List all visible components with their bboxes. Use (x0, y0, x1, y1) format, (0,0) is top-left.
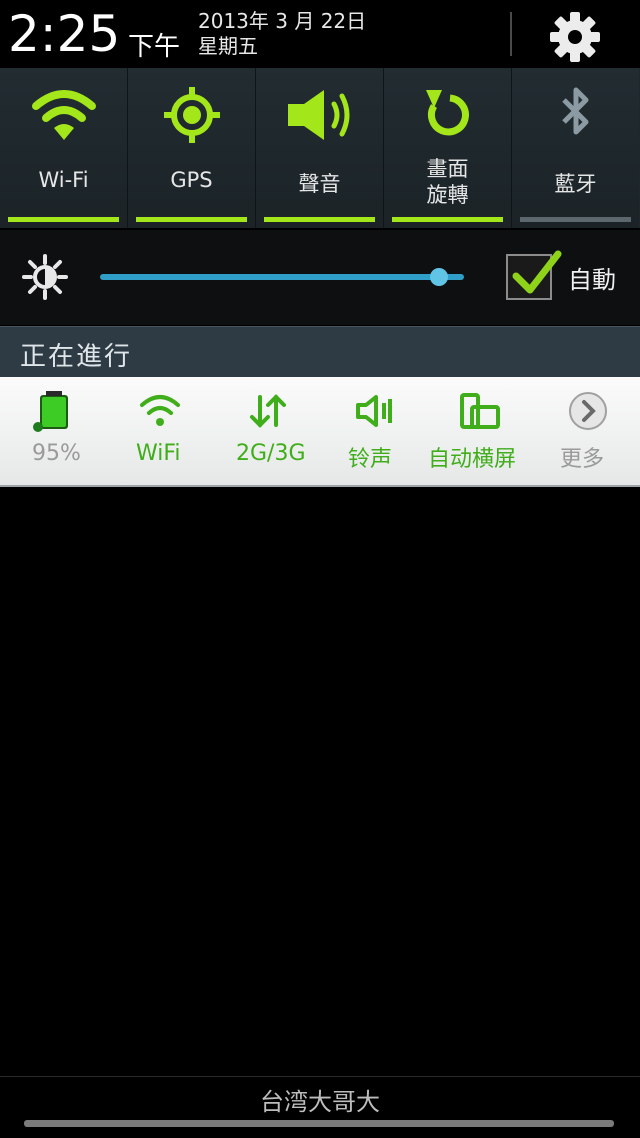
status-header: 2:25 下午 2013年 3 月 22日 星期五 (0, 0, 640, 68)
toggle-sound[interactable]: 聲音 (256, 68, 384, 228)
toggle-rotation-label-line1: 畫面 (426, 157, 469, 181)
toggle-gps-indicator (136, 217, 247, 222)
gear-icon[interactable] (548, 10, 602, 64)
auto-brightness-checkbox[interactable] (506, 250, 562, 300)
drawer-handle[interactable] (24, 1120, 614, 1127)
clock-ampm: 下午 (128, 32, 181, 62)
data-arrows-icon (250, 394, 286, 428)
toggle-wifi[interactable]: Wi-Fi (0, 68, 128, 228)
notif-mobile-data-label: 2G/3G (236, 441, 306, 466)
toggle-rotation-indicator (392, 217, 503, 222)
header-divider (510, 12, 512, 56)
battery-icon (33, 391, 68, 432)
toggle-wifi-indicator (8, 217, 119, 222)
chevron-right-icon (569, 392, 607, 430)
ongoing-title: 正在進行 (20, 342, 133, 372)
wifi-icon (140, 395, 180, 426)
ongoing-section-header: 正在進行 (0, 326, 640, 377)
brightness-slider-track[interactable] (100, 274, 464, 280)
wifi-icon (32, 90, 96, 140)
speaker-icon (288, 90, 350, 140)
notif-battery-label: 95% (32, 441, 81, 466)
notif-wifi-label: WiFi (136, 441, 181, 466)
toggle-wifi-label: Wi-Fi (38, 168, 89, 192)
bluetooth-icon (562, 87, 589, 135)
notif-auto-rotate-label: 自动横屏 (428, 447, 517, 472)
notif-ringer-label: 铃声 (348, 447, 393, 472)
carrier-divider (0, 1076, 640, 1077)
notif-more[interactable]: 更多 (558, 377, 618, 485)
ringer-icon (356, 395, 392, 427)
brightness-icon (22, 254, 68, 300)
ongoing-notification[interactable]: 95% WiFi 2G/3G 铃声 自动横屏 更多 (0, 377, 640, 487)
toggle-rotation-label-line2: 旋轉 (426, 183, 469, 207)
weekday-text: 星期五 (198, 34, 258, 58)
toggle-gps[interactable]: GPS (128, 68, 256, 228)
notif-ringer[interactable]: 铃声 (346, 377, 402, 485)
brightness-row: 自動 (0, 230, 640, 325)
checkmark-icon (512, 250, 562, 294)
toggle-gps-label: GPS (170, 168, 213, 192)
clock-time: 2:25 (8, 5, 121, 63)
carrier-name: 台湾大哥大 (260, 1088, 380, 1116)
notif-battery[interactable]: 95% (22, 377, 88, 485)
toggle-rotation-label: 畫面 旋轉 (384, 156, 511, 208)
notif-more-label: 更多 (560, 447, 605, 472)
notif-auto-rotate[interactable]: 自动横屏 (428, 377, 528, 485)
date-text: 2013年 3 月 22日 (198, 9, 367, 33)
gps-icon (164, 87, 220, 143)
toggle-bluetooth-indicator (520, 217, 631, 222)
toggle-rotation[interactable]: 畫面 旋轉 (384, 68, 512, 228)
auto-rotate-icon (460, 393, 500, 429)
toggle-sound-label: 聲音 (298, 172, 341, 196)
notif-wifi[interactable]: WiFi (132, 377, 192, 485)
quick-toggles: Wi-Fi GPS 聲音 畫面 旋轉 藍牙 (0, 68, 640, 228)
rotate-icon (426, 90, 469, 136)
toggle-bluetooth[interactable]: 藍牙 (512, 68, 639, 228)
toggle-sound-indicator (264, 217, 375, 222)
notif-mobile-data[interactable]: 2G/3G (234, 377, 306, 485)
auto-brightness-label: 自動 (568, 266, 616, 294)
brightness-slider-thumb[interactable] (429, 268, 448, 286)
toggle-bluetooth-label: 藍牙 (554, 172, 597, 196)
